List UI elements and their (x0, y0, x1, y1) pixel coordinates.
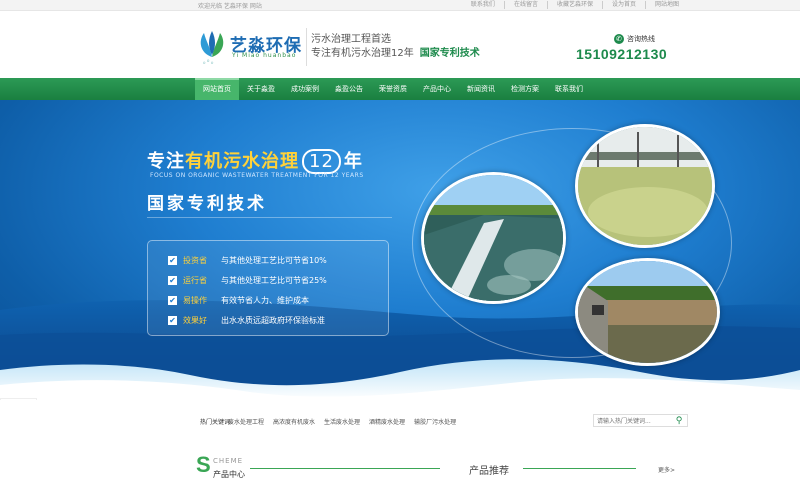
top-link-homepage[interactable]: 设为首页 (603, 1, 646, 9)
slogan-line1: 污水治理工程首选 (311, 34, 391, 45)
feature-item: ✔ 运行省 与其他处理工艺比可节省25% (168, 274, 327, 286)
search-box: ⚲ (593, 414, 688, 427)
nav-home[interactable]: 网站首页 (195, 78, 239, 100)
top-link-sitemap[interactable]: 网站地图 (646, 1, 688, 9)
feature-item: ✔ 易操作 有效节省人力、维护成本 (168, 294, 309, 306)
nav-news[interactable]: 新闻资讯 (459, 78, 503, 100)
feature-text: 与其他处理工艺比可节省10% (221, 255, 327, 265)
section-divider-left (250, 468, 440, 469)
banner-title-number: 12 (302, 149, 341, 174)
banner-subtitle: 国家专利技术 (147, 194, 267, 214)
welcome-text: 欢迎光临 艺淼环保 网站 (198, 3, 262, 10)
check-icon: ✔ (168, 315, 177, 325)
more-link[interactable]: 更多> (658, 465, 675, 474)
main-nav: 网站首页 关于淼盈 成功案例 淼盈公告 荣誉资质 产品中心 新闻资讯 检测方案 … (0, 78, 800, 100)
feature-item: ✔ 投资省 与其他处理工艺比可节省10% (168, 254, 327, 266)
pool-photo-image (424, 175, 563, 301)
hotline-label: 咨询热线 (627, 35, 655, 43)
top-link-favorite[interactable]: 收藏艺淼环保 (548, 1, 603, 9)
product-section: S CHEME 产品中心 产品推荐 更多> (0, 440, 800, 482)
feature-key: 运行省 (183, 275, 207, 285)
feature-text: 出水水质远超政府环保验标准 (221, 315, 325, 325)
banner-english: FOCUS ON ORGANIC WASTEWATER TREATMENT FO… (150, 172, 364, 179)
banner-title-pre: 专注 (147, 151, 185, 172)
check-icon: ✔ (168, 275, 177, 285)
treatment-tank-photo (575, 124, 715, 248)
features-panel: ✔ 投资省 与其他处理工艺比可节省10% ✔ 运行省 与其他处理工艺比可节省25… (147, 240, 389, 336)
slogan-patent: 国家专利技术 (419, 48, 480, 59)
recommended-products-title: 产品推荐 (469, 466, 509, 477)
top-links: 联系我们 在线留言 收藏艺淼环保 设为首页 网站地图 (462, 1, 688, 9)
feature-item: ✔ 效果好 出水水质远超政府环保验标准 (168, 314, 325, 326)
site-header: 艺淼环保 Yi Miao huanbao ∘°∘ 污水治理工程首选 专注有机污水… (0, 11, 800, 78)
logo-bubbles-icon: ∘°∘ (202, 59, 215, 67)
feature-key: 易操作 (183, 295, 207, 305)
nav-cases[interactable]: 成功案例 (283, 78, 327, 100)
slogan-line2: 专注有机污水治理12年 国家专利技术 (311, 44, 480, 59)
check-icon: ✔ (168, 295, 177, 305)
nav-products[interactable]: 产品中心 (415, 78, 459, 100)
nav-contact[interactable]: 联系我们 (547, 78, 591, 100)
keyword-tag[interactable]: 高浓度有机废水 (273, 417, 315, 426)
page: 欢迎光临 艺淼环保 网站 联系我们 在线留言 收藏艺淼环保 设为首页 网站地图 … (0, 0, 800, 482)
check-icon: ✔ (168, 255, 177, 265)
keyword-tags: 废水处理工程 高浓度有机废水 生活废水处理 酒精废水处理 输胶厂污水处理 (228, 417, 456, 426)
feature-key: 投资省 (183, 255, 207, 265)
top-link-message[interactable]: 在线留言 (505, 1, 548, 9)
top-bar: 欢迎光临 艺淼环保 网站 联系我们 在线留言 收藏艺淼环保 设为首页 网站地图 (0, 0, 800, 11)
banner-title-highlight: 有机污水治理 (185, 151, 299, 172)
logo-english: Yi Miao huanbao (232, 52, 297, 59)
section-title: 产品中心 (213, 470, 245, 479)
banner-title-post: 年 (343, 151, 363, 172)
logo[interactable]: 艺淼环保 Yi Miao huanbao ∘°∘ (196, 29, 304, 73)
banner-title: 专注有机污水治理 12 年 (147, 147, 363, 174)
keyword-tag[interactable]: 废水处理工程 (228, 417, 264, 426)
section-divider-right (523, 468, 636, 469)
search-icon[interactable]: ⚲ (673, 415, 685, 427)
nav-announcements[interactable]: 淼盈公告 (327, 78, 371, 100)
hotline-number[interactable]: 15109212130 (576, 46, 667, 62)
hero-banner[interactable]: 专注有机污水治理 12 年 FOCUS ON ORGANIC WASTEWATER … (0, 100, 800, 400)
banner-divider (147, 217, 392, 218)
keyword-tag[interactable]: 生活废水处理 (324, 417, 360, 426)
slogan-years: 专注有机污水治理12年 (311, 48, 414, 59)
feature-text: 有效节省人力、维护成本 (221, 295, 309, 305)
section-letter: S (196, 452, 211, 477)
drain-photo (575, 258, 720, 366)
top-link-contact[interactable]: 联系我们 (462, 1, 505, 9)
nav-honors[interactable]: 荣誉资质 (371, 78, 415, 100)
pool-photo (421, 172, 566, 304)
feature-text: 与其他处理工艺比可节省25% (221, 275, 327, 285)
phone-icon: ✆ (614, 34, 624, 44)
search-input[interactable] (597, 416, 669, 426)
keyword-tag[interactable]: 输胶厂污水处理 (414, 417, 456, 426)
nav-solutions[interactable]: 检测方案 (503, 78, 547, 100)
keyword-tag[interactable]: 酒精废水处理 (369, 417, 405, 426)
feature-key: 效果好 (183, 315, 207, 325)
treatment-tank-image (578, 127, 712, 245)
header-divider (306, 28, 307, 66)
section-english: CHEME (213, 457, 244, 465)
hot-keywords-bar: 热门关键词: 废水处理工程 高浓度有机废水 生活废水处理 酒精废水处理 输胶厂污… (0, 400, 800, 440)
nav-about[interactable]: 关于淼盈 (239, 78, 283, 100)
logo-leaf-icon (200, 31, 224, 57)
